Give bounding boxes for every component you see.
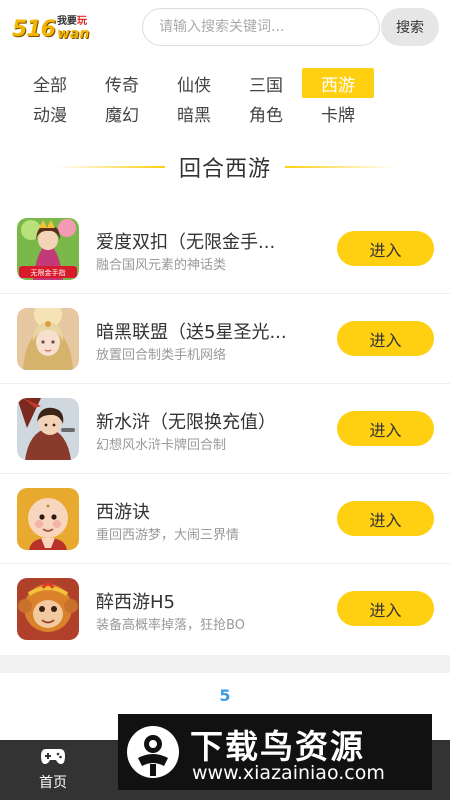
current-page-number[interactable]: 5 <box>219 686 230 705</box>
category-chuanqi[interactable]: 传奇 <box>86 68 158 98</box>
game-title[interactable]: 新水浒（无限换充值） <box>96 408 324 434</box>
gamepad-icon <box>41 749 65 764</box>
watermark-title: 下载鸟资源 <box>190 727 365 766</box>
game-row[interactable]: 西游诀 重回西游梦，大闹三界情 进入 <box>0 474 450 564</box>
game-row[interactable]: 无限金手指 爱度双扣（无限金手... 融合国风元素的神话类 进入 <box>0 204 450 294</box>
game-row[interactable]: 新水浒（无限换充值） 幻想风水浒卡牌回合制 进入 <box>0 384 450 474</box>
enter-button[interactable]: 进入 <box>337 411 434 446</box>
game-art-warrior <box>17 398 79 460</box>
game-art-angel <box>17 308 79 370</box>
enter-button[interactable]: 进入 <box>337 501 434 536</box>
game-row[interactable]: 暗黑联盟（送5星圣光... 放置回合制类手机网络 进入 <box>0 294 450 384</box>
game-title[interactable]: 爱度双扣（无限金手... <box>96 228 324 254</box>
game-art-fairy: 无限金手指 <box>17 218 79 280</box>
game-title[interactable]: 西游诀 <box>96 498 324 524</box>
title-divider-right <box>285 166 395 168</box>
category-dongman[interactable]: 动漫 <box>14 98 86 128</box>
game-thumbnail[interactable] <box>17 398 79 460</box>
thumb-caption: 无限金手指 <box>31 268 66 277</box>
category-filter: 全部 传奇 仙侠 三国 西游 动漫 魔幻 暗黑 角色 卡牌 <box>14 68 434 128</box>
pagination: 5 <box>0 673 450 718</box>
logo-number: 516 <box>12 16 56 42</box>
list-divider <box>0 655 450 673</box>
game-row[interactable]: 醉西游H5 装备高概率掉落，狂抢BO 进入 <box>0 564 450 654</box>
category-all[interactable]: 全部 <box>14 68 86 98</box>
game-art-monk <box>17 488 79 550</box>
game-thumbnail[interactable] <box>17 488 79 550</box>
game-list: 无限金手指 爱度双扣（无限金手... 融合国风元素的神话类 进入 暗黑联盟（送5… <box>0 204 450 654</box>
category-anhei[interactable]: 暗黑 <box>158 98 230 128</box>
logo-wordmark: wan <box>56 26 90 42</box>
category-xianxia[interactable]: 仙侠 <box>158 68 230 98</box>
category-juese[interactable]: 角色 <box>230 98 302 128</box>
app-page: 516 我要玩 wan 搜索 全部 传奇 仙侠 三国 西游 动漫 魔幻 暗黑 角… <box>0 0 450 800</box>
search-input[interactable] <box>142 8 380 46</box>
game-description: 融合国风元素的神话类 <box>96 258 227 273</box>
bird-logo-icon <box>127 726 179 778</box>
nav-home[interactable]: 首页 <box>18 746 88 796</box>
enter-button[interactable]: 进入 <box>337 321 434 356</box>
game-title[interactable]: 暗黑联盟（送5星圣光... <box>96 318 324 344</box>
game-thumbnail[interactable]: 无限金手指 <box>17 218 79 280</box>
enter-button[interactable]: 进入 <box>337 231 434 266</box>
nav-home-label: 首页 <box>39 775 67 791</box>
enter-button[interactable]: 进入 <box>337 591 434 626</box>
game-description: 幻想风水浒卡牌回合制 <box>96 438 227 453</box>
game-thumbnail[interactable] <box>17 308 79 370</box>
game-art-monkey-king <box>17 578 79 640</box>
category-mohuan[interactable]: 魔幻 <box>86 98 158 128</box>
game-description: 放置回合制类手机网络 <box>96 348 227 363</box>
watermark-banner: 下载鸟资源 www.xiazainiao.com <box>118 714 432 790</box>
category-xiyou[interactable]: 西游 <box>302 68 374 98</box>
section-title: 回合西游 <box>178 157 271 182</box>
watermark-url: www.xiazainiao.com <box>192 762 385 784</box>
category-sanguo[interactable]: 三国 <box>230 68 302 98</box>
section-header: 回合西游 <box>0 150 450 184</box>
title-divider-left <box>54 166 165 168</box>
game-title[interactable]: 醉西游H5 <box>96 588 324 614</box>
game-description: 重回西游梦，大闹三界情 <box>96 528 240 543</box>
search-button[interactable]: 搜索 <box>381 8 439 46</box>
category-kapai[interactable]: 卡牌 <box>302 98 374 128</box>
site-logo[interactable]: 516 我要玩 wan <box>12 12 130 46</box>
header: 516 我要玩 wan 搜索 <box>0 0 450 58</box>
game-thumbnail[interactable] <box>17 578 79 640</box>
game-description: 装备高概率掉落，狂抢BO <box>96 618 245 633</box>
